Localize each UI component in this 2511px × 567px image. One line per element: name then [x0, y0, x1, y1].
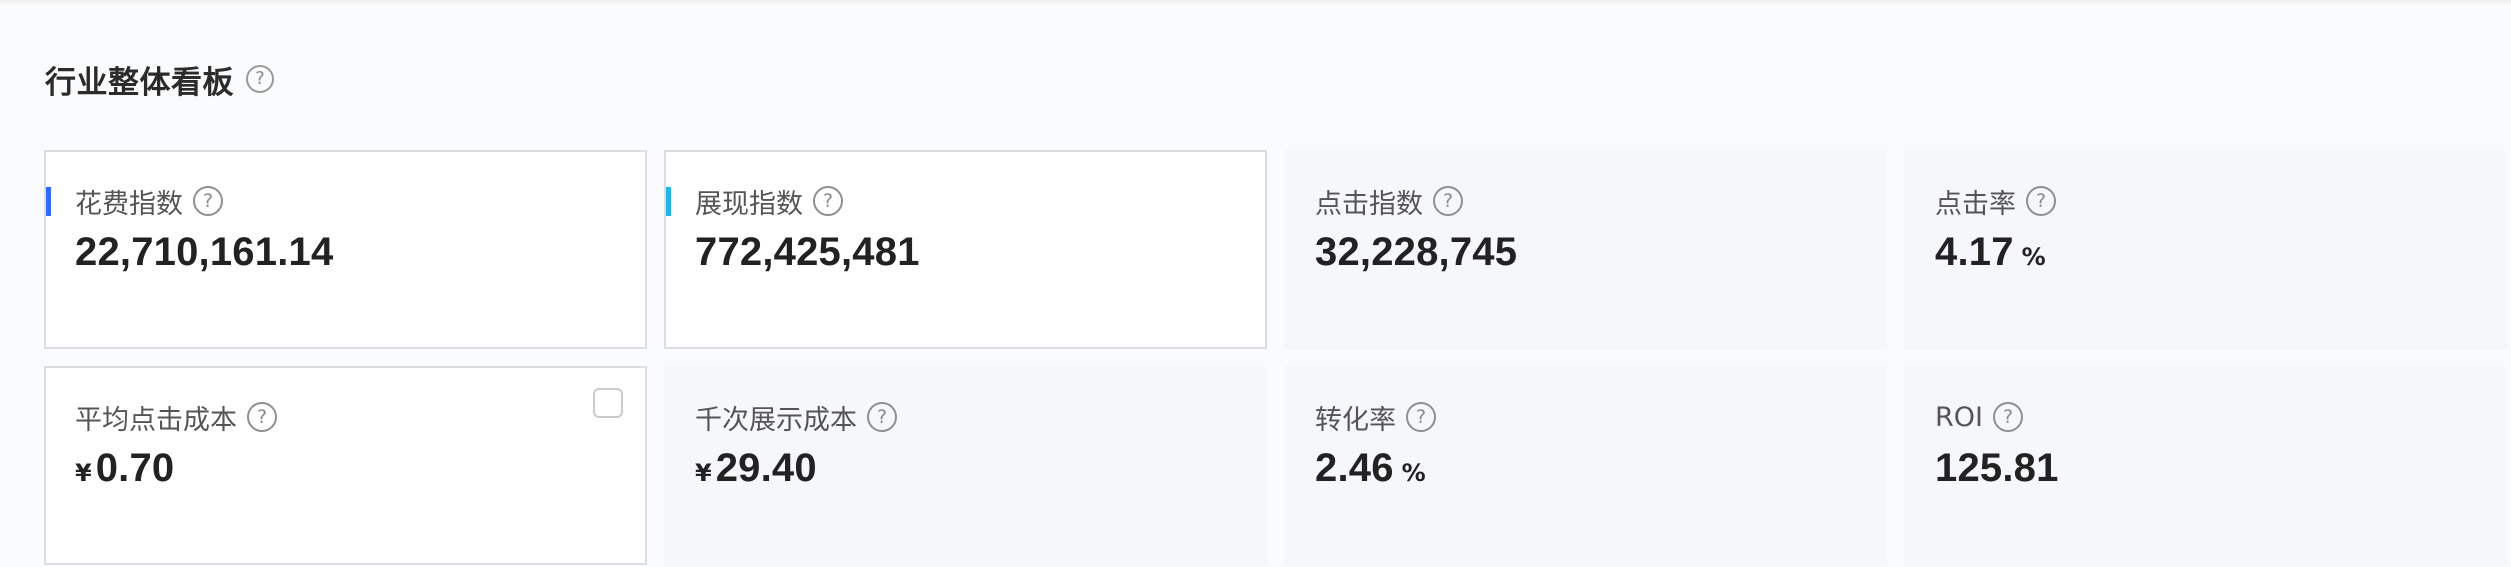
section-header: 行业整体看板 ?: [45, 57, 274, 101]
card-accent-bar: [666, 187, 671, 216]
metric-value-row: ¥ 0.70: [75, 446, 174, 498]
metrics-grid: 花费指数 ? 22,710,161.14 展现指数 ? 772,425,481 …: [44, 150, 2511, 567]
question-circle-icon[interactable]: ?: [193, 186, 223, 216]
metric-label-row: 转化率 ?: [1315, 400, 1436, 436]
metric-card-spend-index[interactable]: 花费指数 ? 22,710,161.14: [44, 150, 647, 349]
question-circle-icon[interactable]: ?: [1992, 402, 2023, 432]
question-circle-icon[interactable]: ?: [2026, 186, 2056, 216]
metric-label: 平均点击成本: [75, 404, 237, 436]
question-circle-icon[interactable]: ?: [246, 65, 274, 93]
metric-value: 0.70: [95, 446, 175, 490]
metric-value: 2.46: [1315, 446, 1394, 490]
metric-card-avg-cpc[interactable]: 平均点击成本 ? ¥ 0.70: [44, 366, 647, 565]
metric-label: 点击率: [1935, 188, 2016, 220]
metric-value-row: 22,710,161.14: [75, 230, 333, 282]
metric-value-row: 4.17 %: [1935, 230, 2046, 282]
industry-dashboard: 行业整体看板 ? 花费指数 ? 22,710,161.14 展现指数 ? 772…: [0, 0, 2511, 567]
metric-label-row: 点击率 ?: [1935, 184, 2056, 220]
question-circle-icon[interactable]: ?: [1433, 186, 1463, 216]
section-title: 行业整体看板: [45, 64, 234, 101]
metric-label: 展现指数: [695, 188, 803, 220]
metric-label: ROI: [1935, 401, 1983, 433]
metric-value: 29.40: [715, 446, 817, 490]
metric-label: 花费指数: [75, 188, 183, 220]
metric-card-roi[interactable]: ROI ? 125.81: [1904, 366, 2507, 565]
percent-unit: %: [1401, 459, 1426, 487]
metric-card-click-index[interactable]: 点击指数 ? 32,228,745: [1284, 150, 1887, 349]
metric-value: 125.81: [1935, 446, 2059, 490]
question-circle-icon[interactable]: ?: [867, 402, 897, 432]
metric-card-cpm[interactable]: 千次展示成本 ? ¥ 29.40: [664, 366, 1267, 565]
metric-value-row: 125.81: [1935, 446, 2059, 498]
metric-value-row: ¥ 29.40: [695, 446, 817, 498]
question-circle-icon[interactable]: ?: [813, 186, 843, 216]
metric-label-row: 平均点击成本 ?: [75, 400, 277, 436]
question-circle-icon[interactable]: ?: [1406, 402, 1436, 432]
metric-card-click-rate[interactable]: 点击率 ? 4.17 %: [1904, 150, 2507, 349]
metric-label: 点击指数: [1315, 188, 1423, 220]
metric-card-impression-index[interactable]: 展现指数 ? 772,425,481: [664, 150, 1267, 349]
card-accent-bar: [46, 187, 51, 216]
metric-select-checkbox[interactable]: [593, 388, 623, 418]
metric-card-conversion-rate[interactable]: 转化率 ? 2.46 %: [1284, 366, 1887, 565]
metric-label: 千次展示成本: [695, 404, 857, 436]
metric-label-row: ROI ?: [1935, 400, 2023, 434]
metric-label-row: 点击指数 ?: [1315, 184, 1463, 220]
currency-symbol: ¥: [75, 459, 92, 487]
currency-symbol: ¥: [695, 459, 712, 487]
metric-value-row: 2.46 %: [1315, 446, 1426, 498]
metric-value: 772,425,481: [695, 230, 920, 274]
metric-value-row: 32,228,745: [1315, 230, 1517, 282]
metric-value-row: 772,425,481: [695, 230, 920, 282]
metric-value: 22,710,161.14: [75, 230, 334, 274]
metric-label: 转化率: [1315, 404, 1396, 436]
top-divider: [0, 0, 2511, 5]
metric-label-row: 千次展示成本 ?: [695, 400, 897, 436]
metric-label-row: 展现指数 ?: [695, 184, 843, 220]
metric-label-row: 花费指数 ?: [75, 184, 223, 220]
metric-value: 32,228,745: [1315, 230, 1518, 274]
percent-unit: %: [2021, 243, 2046, 271]
question-circle-icon[interactable]: ?: [247, 402, 277, 432]
metric-value: 4.17: [1935, 230, 2014, 274]
